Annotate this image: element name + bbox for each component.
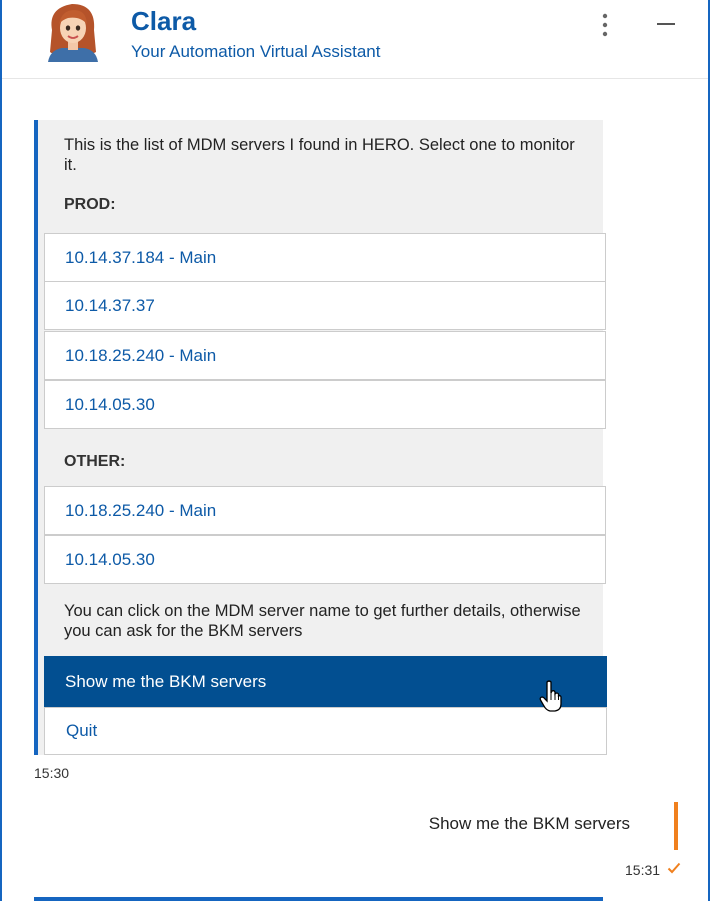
user-message-time: 15:31 (625, 862, 661, 878)
check-icon (667, 862, 681, 874)
bot-closing-text: You can click on the MDM server name to … (64, 602, 581, 640)
chat-header: Clara Your Automation Virtual Assistant (2, 0, 708, 79)
chat-window: Clara Your Automation Virtual Assistant … (0, 0, 710, 901)
bot-intro-text: This is the list of MDM servers I found … (64, 136, 575, 174)
server-option[interactable]: 10.14.05.30 (44, 535, 606, 584)
assistant-name: Clara (131, 6, 197, 36)
bot-message-card: This is the list of MDM servers I found … (34, 120, 607, 755)
bot-message-time: 15:30 (34, 765, 70, 781)
user-message-text: Show me the BKM servers (428, 814, 630, 833)
server-option[interactable]: 10.18.25.240 - Main (44, 331, 606, 380)
user-message: Show me the BKM servers (402, 802, 678, 850)
server-option[interactable]: 10.14.05.30 (44, 380, 606, 429)
group-label-prod: PROD: (64, 196, 116, 213)
server-option[interactable]: 10.18.25.240 - Main (44, 486, 606, 535)
assistant-avatar-icon (48, 4, 98, 62)
minimize-icon[interactable] (650, 10, 680, 40)
assistant-subtitle: Your Automation Virtual Assistant (131, 42, 381, 61)
more-vertical-icon[interactable] (594, 10, 616, 40)
next-message-edge (34, 897, 603, 901)
quit-button[interactable]: Quit (44, 707, 607, 755)
group-label-other: OTHER: (64, 453, 126, 470)
show-bkm-servers-button[interactable]: Show me the BKM servers (44, 656, 607, 707)
server-option[interactable]: 10.14.37.37 (44, 281, 606, 330)
server-option[interactable]: 10.14.37.184 - Main (44, 233, 606, 282)
hand-pointer-icon (539, 680, 562, 712)
